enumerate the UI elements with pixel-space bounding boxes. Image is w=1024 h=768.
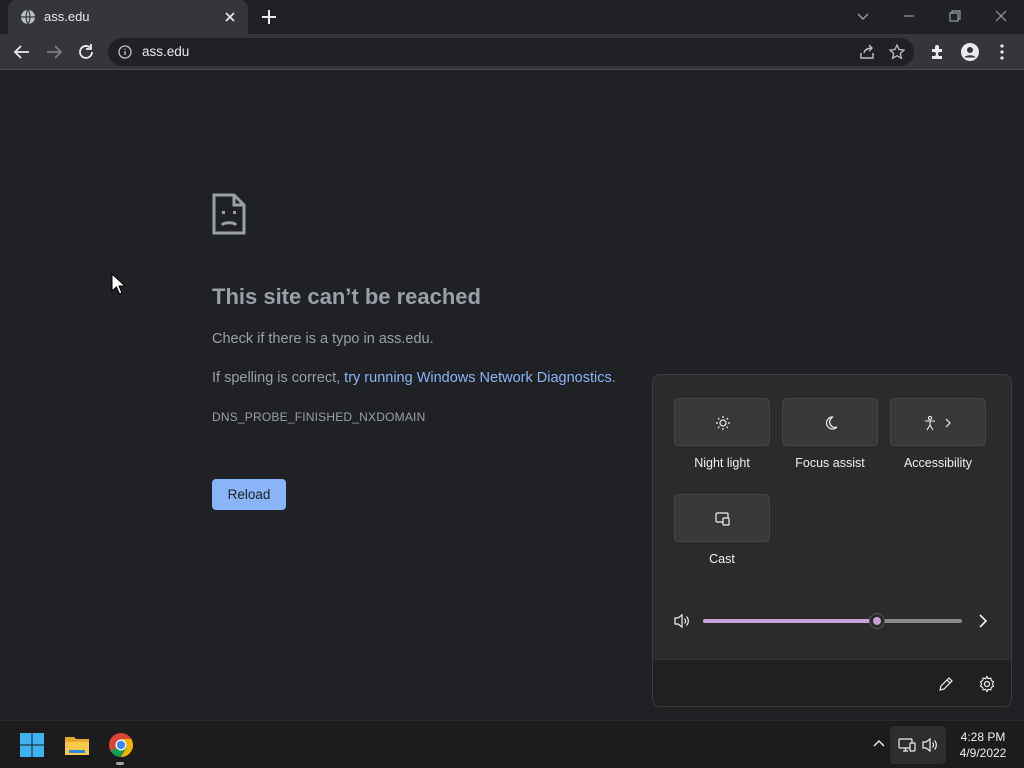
error-message-typo: Check if there is a typo in ass.edu. [212,331,434,347]
close-window-icon[interactable] [991,6,1011,26]
close-tab-icon[interactable] [222,9,238,25]
chevron-right-icon[interactable] [976,612,990,630]
volume-icon[interactable] [673,613,691,629]
tab-active[interactable]: ass.edu [8,0,248,34]
edit-pencil-icon[interactable] [937,675,955,693]
info-icon[interactable] [118,45,132,59]
clock-time[interactable]: 4:28 PM [950,730,1016,744]
tile-label-accessibility: Accessibility [903,456,973,470]
error-code: DNS_PROBE_FINISHED_NXDOMAIN [212,410,426,424]
cast-icon [715,512,730,526]
sad-document-icon [212,193,246,235]
chrome-icon[interactable] [107,731,135,759]
volume-thumb[interactable] [868,613,885,629]
error-headline: This site can’t be reached [212,284,481,309]
reload-button[interactable]: Reload [212,479,286,510]
accessibility-icon [925,415,951,431]
mouse-cursor-icon [111,273,125,295]
taskbar: 4:28 PM 4/9/2022 [0,720,1024,768]
tile-label-focus-assist: Focus assist [795,456,865,470]
chevron-up-icon[interactable] [872,737,886,751]
globe-icon [21,9,35,25]
tile-cast[interactable] [674,494,770,542]
speaker-icon [922,737,937,753]
new-tab-icon[interactable] [260,8,278,26]
clock-date[interactable]: 4/9/2022 [950,746,1016,760]
bookmark-star-icon[interactable] [888,43,906,61]
tab-strip: ass.edu [0,0,1024,34]
tile-label-cast: Cast [709,552,735,566]
network-icon [898,738,916,752]
quick-settings-panel: Night light Focus assist Accessibility C… [652,374,1012,707]
windows-start-icon[interactable] [18,731,46,759]
file-explorer-icon[interactable] [63,731,91,759]
tile-focus-assist[interactable] [782,398,878,446]
profile-icon[interactable] [960,42,980,62]
address-bar[interactable]: ass.edu [108,38,914,66]
menu-kebab-icon[interactable] [992,42,1012,62]
tile-accessibility[interactable] [890,398,986,446]
moon-icon [825,416,838,430]
reload-icon[interactable] [76,42,96,62]
tab-search-icon[interactable] [853,6,873,26]
error-message-diagnostics: If spelling is correct, try running Wind… [212,370,616,386]
diagnostics-link[interactable]: try running Windows Network Diagnostics [344,370,612,386]
share-icon[interactable] [858,43,876,61]
minimize-icon[interactable] [899,6,919,26]
url-text: ass.edu [142,44,190,59]
tab-title: ass.edu [44,9,90,24]
tile-label-night-light: Night light [694,456,750,470]
volume-fill [703,619,877,623]
restore-icon[interactable] [945,6,965,26]
extensions-icon[interactable] [928,42,948,62]
tile-night-light[interactable] [674,398,770,446]
diagnostics-prefix: If spelling is correct, [212,370,345,386]
volume-slider[interactable] [703,613,962,629]
quick-settings-footer [653,659,1011,706]
settings-gear-icon[interactable] [978,675,996,693]
chrome-running-indicator [116,762,124,765]
diagnostics-suffix: . [611,370,616,386]
tray-network-volume[interactable] [890,726,946,764]
brightness-icon [716,416,730,430]
forward-icon[interactable] [44,42,64,62]
back-icon[interactable] [12,42,32,62]
browser-toolbar: ass.edu [0,34,1024,70]
